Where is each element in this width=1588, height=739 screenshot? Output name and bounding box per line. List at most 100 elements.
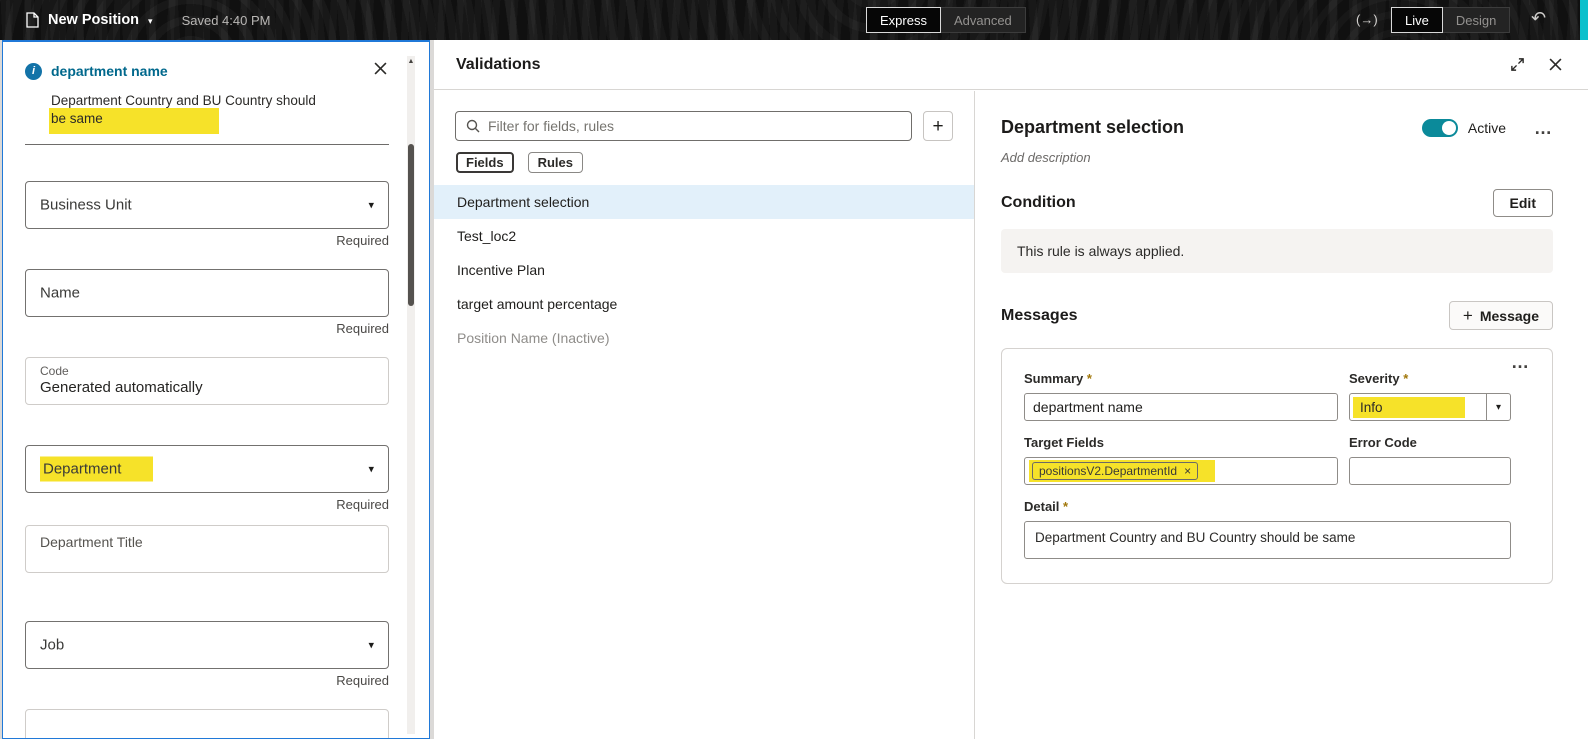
search-input[interactable] — [488, 118, 901, 134]
field-group-partial — [25, 709, 389, 738]
field-group-code: Code Generated automatically — [25, 357, 389, 405]
condition-heading: Condition — [1001, 194, 1076, 211]
expand-icon[interactable] — [1510, 57, 1525, 72]
target-fields-input[interactable]: positionsV2.DepartmentId × — [1024, 457, 1338, 485]
document-icon — [26, 12, 39, 28]
close-icon[interactable] — [372, 60, 389, 82]
severity-label: Severity * — [1349, 371, 1409, 386]
list-item[interactable]: Position Name (Inactive) — [434, 321, 974, 355]
rules-list-column: + Fields Rules Department selection Test… — [434, 91, 975, 739]
active-toggle[interactable] — [1421, 118, 1458, 137]
select-dropdown-button[interactable]: ▾ — [1486, 394, 1510, 420]
required-asterisk: * — [1063, 499, 1069, 514]
detail-label: Detail * — [1024, 499, 1069, 514]
overflow-menu-icon[interactable]: … — [1534, 119, 1553, 137]
rule-detail-panel: Department selection Active … Add descri… — [976, 91, 1588, 739]
required-asterisk: * — [1086, 371, 1092, 386]
field-group-department: Department ▾ Required — [25, 445, 389, 515]
chevron-down-icon: ▾ — [368, 199, 374, 212]
condition-summary: This rule is always applied. — [1001, 229, 1553, 273]
chevron-down-icon: ▾ — [1495, 401, 1502, 413]
plus-icon: + — [932, 115, 944, 137]
summary-input[interactable] — [1024, 393, 1338, 421]
close-icon[interactable] — [1549, 58, 1562, 71]
message-card: … Summary * Severity * Info ▾ — [1001, 348, 1553, 584]
required-asterisk: * — [1403, 371, 1409, 386]
page-title[interactable]: New Position — [48, 12, 139, 28]
field-group-name: Name Required — [25, 269, 389, 339]
form-preview-panel[interactable]: i department name Department Country and… — [2, 40, 430, 739]
active-toggle-label: Active — [1467, 119, 1506, 136]
severity-value-highlighted: Info — [1353, 396, 1465, 418]
job-select[interactable]: Job ▾ — [25, 621, 389, 669]
name-input[interactable]: Name — [25, 269, 389, 317]
undo-icon[interactable]: ↶ — [1531, 8, 1546, 29]
mode-toggle: Express Advanced — [866, 7, 1026, 33]
error-code-label: Error Code — [1349, 435, 1417, 450]
tab-rules[interactable]: Rules — [527, 152, 583, 173]
validations-header: Validations — [434, 40, 1588, 90]
advanced-mode-button[interactable]: Advanced — [940, 7, 1026, 33]
required-hint: Required — [336, 233, 389, 248]
design-view-button[interactable]: Design — [1442, 7, 1511, 33]
save-status: Saved 4:40 PM — [181, 12, 271, 28]
target-fields-label: Target Fields — [1024, 435, 1104, 450]
view-toggle: Live Design — [1391, 7, 1511, 33]
banner-message: Department Country and BU Country should… — [25, 92, 389, 134]
detail-input[interactable]: Department Country and BU Country should… — [1024, 521, 1511, 559]
add-message-button[interactable]: + Message — [1448, 301, 1553, 330]
error-code-input[interactable] — [1349, 457, 1511, 485]
search-field[interactable] — [455, 111, 912, 141]
partial-field[interactable] — [25, 709, 389, 738]
banner-title: department name — [51, 63, 168, 79]
field-group-department-title: Department Title — [25, 525, 389, 573]
add-rule-button[interactable]: + — [923, 111, 953, 141]
validations-panel: Validations Filter for fields, rules + F… — [434, 40, 1588, 739]
info-icon: i — [25, 62, 42, 80]
list-item[interactable]: Test_loc2 — [434, 219, 974, 253]
required-hint: Required — [336, 321, 389, 336]
toggle-knob — [1441, 120, 1456, 135]
messages-heading: Messages — [1001, 306, 1078, 324]
teal-edge-stripe — [1580, 0, 1588, 40]
field-group-job: Job ▾ Required — [25, 621, 389, 691]
top-bar: New Position ▾ Saved 4:40 PM Express Adv… — [0, 0, 1588, 40]
yellow-highlight: positionsV2.DepartmentId × — [1029, 460, 1216, 482]
tab-fields[interactable]: Fields — [456, 152, 514, 173]
target-field-chip[interactable]: positionsV2.DepartmentId × — [1032, 462, 1199, 480]
scrollbar-thumb[interactable] — [408, 144, 414, 306]
required-hint: Required — [336, 497, 389, 512]
remove-chip-icon[interactable]: × — [1184, 464, 1191, 478]
list-item[interactable]: Department selection — [434, 185, 974, 219]
form-scrollbar[interactable]: ▲ — [407, 56, 415, 734]
business-unit-select[interactable]: Business Unit ▾ — [25, 181, 389, 229]
description-placeholder[interactable]: Add description — [1001, 150, 1553, 165]
main-area: i department name Department Country and… — [0, 40, 1588, 739]
chevron-down-icon: ▾ — [368, 639, 374, 652]
message-menu-icon[interactable]: … — [1511, 353, 1530, 371]
summary-label: Summary * — [1024, 371, 1092, 386]
edit-condition-button[interactable]: Edit — [1492, 189, 1553, 217]
severity-select[interactable]: Info ▾ — [1349, 393, 1511, 421]
rule-title: Department selection — [1001, 117, 1185, 137]
expression-icon[interactable]: (→) — [1356, 12, 1378, 27]
field-group-business-unit: Business Unit ▾ Required — [25, 181, 389, 251]
department-select[interactable]: Department ▾ — [25, 445, 389, 493]
filter-tabs: Fields Rules — [434, 152, 974, 173]
chevron-down-icon: ▾ — [368, 463, 374, 476]
express-mode-button[interactable]: Express — [866, 7, 941, 33]
department-title-input[interactable]: Department Title — [25, 525, 389, 573]
validation-message-banner: i department name Department Country and… — [25, 60, 389, 145]
live-view-button[interactable]: Live — [1391, 7, 1443, 33]
list-item[interactable]: target amount percentage — [434, 287, 974, 321]
validations-title: Validations — [456, 55, 541, 73]
search-icon — [466, 119, 480, 133]
chevron-down-icon[interactable]: ▾ — [148, 14, 153, 27]
scroll-up-icon[interactable]: ▲ — [407, 58, 415, 65]
app-window: New Position ▾ Saved 4:40 PM Express Adv… — [0, 0, 1588, 739]
plus-icon: + — [1462, 306, 1473, 325]
list-item[interactable]: Incentive Plan — [434, 253, 974, 287]
required-hint: Required — [336, 673, 389, 688]
code-field: Code Generated automatically — [25, 357, 389, 405]
rules-list: Department selection Test_loc2 Incentive… — [434, 185, 974, 355]
